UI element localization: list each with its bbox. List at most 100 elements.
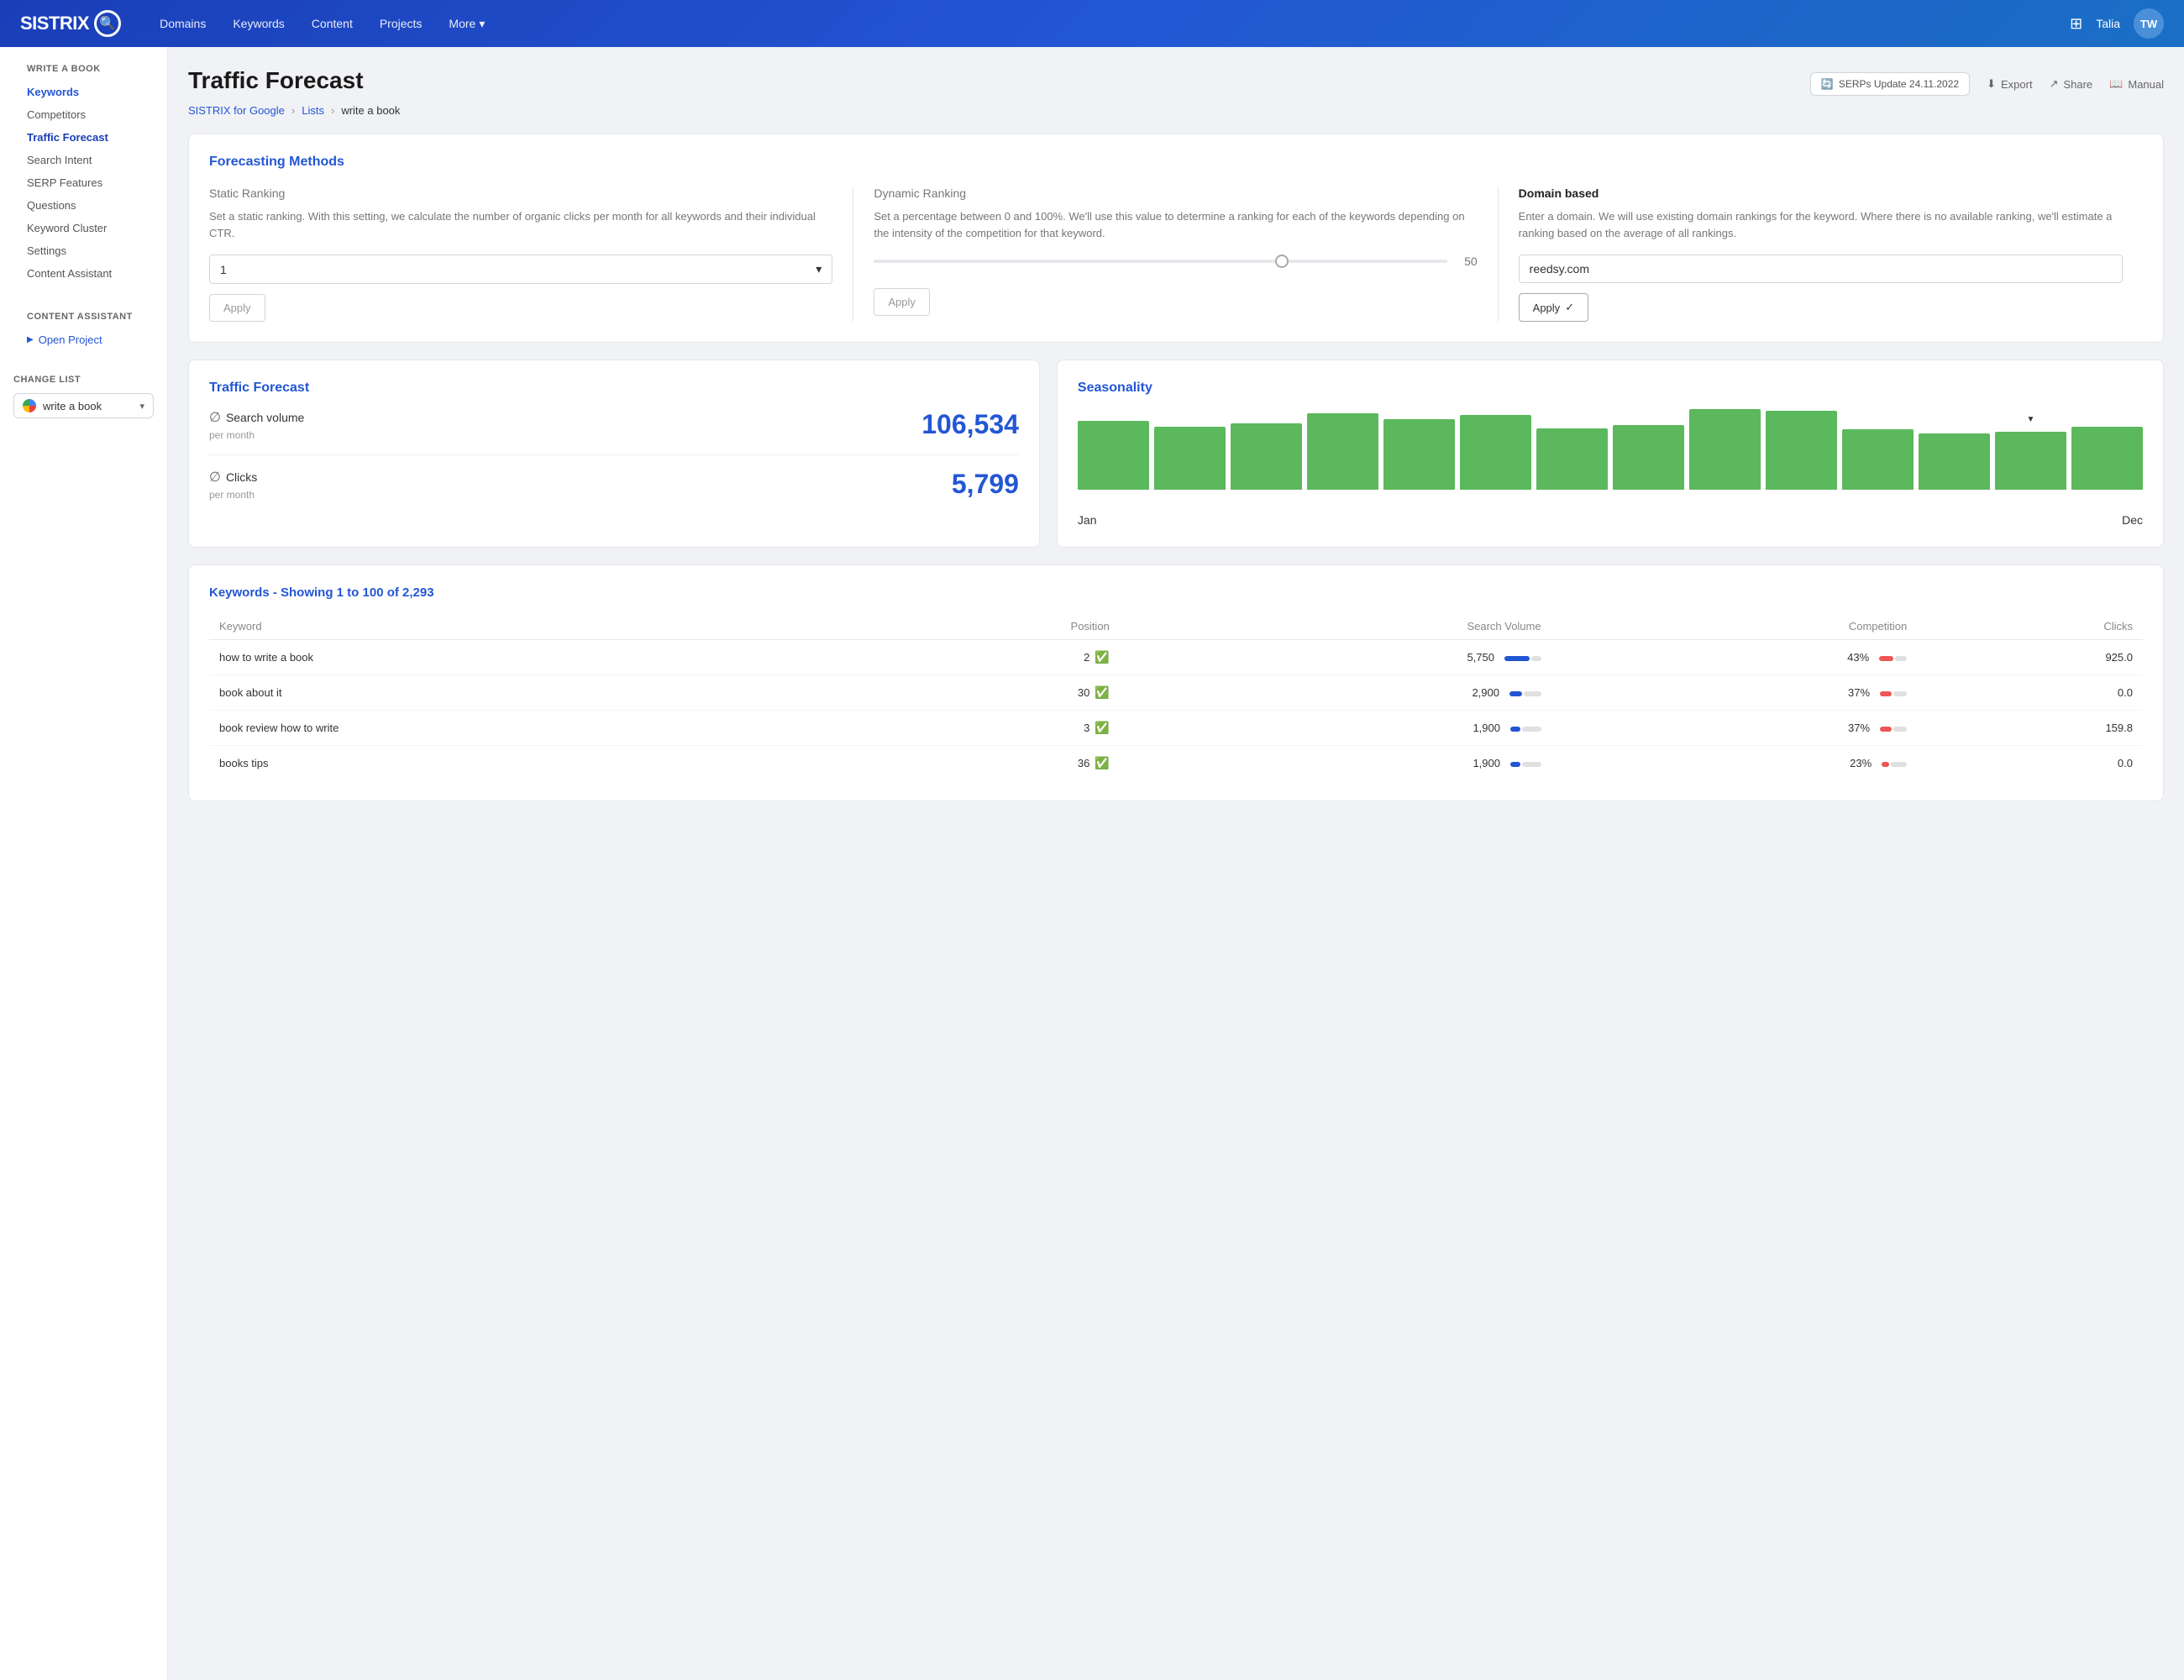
bar-3[interactable] xyxy=(1307,413,1378,490)
change-list-dropdown[interactable]: write a book ▾ xyxy=(13,393,154,418)
bar-10[interactable] xyxy=(1842,429,1914,490)
sidebar-item-settings[interactable]: Settings xyxy=(13,239,154,262)
domain-based-desc: Enter a domain. We will use existing dom… xyxy=(1519,208,2123,241)
sv-bar-empty xyxy=(1522,727,1541,732)
comp-bar-fill xyxy=(1880,727,1893,732)
sidebar-item-keyword-cluster[interactable]: Keyword Cluster xyxy=(13,217,154,239)
breadcrumb-sistrix[interactable]: SISTRIX for Google xyxy=(188,104,285,117)
table-header-row: Keyword Position Search Volume Competiti… xyxy=(209,613,2143,640)
open-project-link[interactable]: Open Project xyxy=(13,328,154,351)
forecasting-section-title: Forecasting Methods xyxy=(209,155,2143,170)
manual-button[interactable]: 📖 Manual xyxy=(2109,77,2164,91)
forecast-section: Traffic Forecast ∅ Search volume per mon… xyxy=(188,360,2164,548)
share-button[interactable]: ↗ Share xyxy=(2050,77,2093,91)
chevron-down-icon: ▾ xyxy=(479,17,485,31)
nav-keywords[interactable]: Keywords xyxy=(221,10,296,38)
clicks-row: ∅ Clicks per month 5,799 xyxy=(209,455,1019,514)
main-header: SISTRIX 🔍 Domains Keywords Content Proje… xyxy=(0,0,2184,47)
nav-domains[interactable]: Domains xyxy=(148,10,218,38)
static-ranking-select[interactable]: 1 ▾ xyxy=(209,255,832,284)
page-title: Traffic Forecast xyxy=(188,67,364,94)
share-icon: ↗ xyxy=(2050,77,2059,91)
page-header: Traffic Forecast 🔄 SERPs Update 24.11.20… xyxy=(188,67,2164,101)
bar-12[interactable] xyxy=(1995,432,2066,490)
bar-2[interactable] xyxy=(1231,423,1302,490)
bar-1[interactable] xyxy=(1154,427,1226,490)
bar-6[interactable] xyxy=(1536,428,1608,490)
sidebar-item-competitors[interactable]: Competitors xyxy=(13,103,154,126)
cell-comp-1: 37% xyxy=(1551,675,1918,711)
col-competition: Competition xyxy=(1551,613,1918,640)
grid-icon[interactable]: ⊞ xyxy=(2070,15,2082,33)
cell-position-1: 30 ✅ xyxy=(849,675,1120,711)
bar-4[interactable] xyxy=(1383,419,1455,490)
cell-keyword-1: book about it xyxy=(209,675,849,711)
google-icon xyxy=(23,399,36,412)
search-icon: 🔍 xyxy=(94,10,121,37)
bar-7[interactable] xyxy=(1613,425,1684,490)
serps-update-badge[interactable]: 🔄 SERPs Update 24.11.2022 xyxy=(1810,72,1970,96)
sidebar-item-content-assistant[interactable]: Content Assistant xyxy=(13,262,154,285)
search-volume-row: ∅ Search volume per month 106,534 xyxy=(209,396,1019,455)
slider-value: 50 xyxy=(1457,255,1478,268)
sv-bar-fill xyxy=(1510,762,1521,767)
domain-apply-button[interactable]: Apply ✓ xyxy=(1519,293,1588,322)
nav-projects[interactable]: Projects xyxy=(368,10,434,38)
comp-bar-empty xyxy=(1895,656,1907,661)
bar-8[interactable] xyxy=(1689,409,1761,490)
cell-position-0: 2 ✅ xyxy=(849,640,1120,675)
keywords-card: Keywords - Showing 1 to 100 of 2,293 Key… xyxy=(188,564,2164,801)
sidebar-item-traffic-forecast[interactable]: Traffic Forecast xyxy=(13,126,154,149)
col-position: Position xyxy=(849,613,1120,640)
domain-input[interactable] xyxy=(1519,255,2123,283)
nav-more[interactable]: More ▾ xyxy=(437,10,496,38)
cell-clicks-3: 0.0 xyxy=(1917,746,2143,781)
col-keyword: Keyword xyxy=(209,613,849,640)
bar-chart xyxy=(1078,409,2143,510)
bar-9[interactable] xyxy=(1766,411,1837,490)
slider-thumb[interactable] xyxy=(1275,255,1289,268)
dynamic-ranking-title: Dynamic Ranking xyxy=(874,186,1477,200)
domain-based-method: Domain based Enter a domain. We will use… xyxy=(1499,186,2143,322)
bar-5[interactable] xyxy=(1460,415,1531,490)
nav-content[interactable]: Content xyxy=(300,10,365,38)
chart-labels: Jan Dec xyxy=(1078,513,2143,527)
cell-clicks-1: 0.0 xyxy=(1917,675,2143,711)
slider-row: 50 xyxy=(874,255,1477,268)
main-layout: WRITE A BOOK Keywords Competitors Traffi… xyxy=(0,47,2184,1680)
sidebar-item-serp-features[interactable]: SERP Features xyxy=(13,171,154,194)
static-ranking-desc: Set a static ranking. With this setting,… xyxy=(209,208,832,241)
export-button[interactable]: ⬇ Export xyxy=(1987,77,2032,91)
page-actions: 🔄 SERPs Update 24.11.2022 ⬇ Export ↗ Sha… xyxy=(1810,72,2164,96)
sidebar-item-questions[interactable]: Questions xyxy=(13,194,154,217)
breadcrumb-lists[interactable]: Lists xyxy=(302,104,324,117)
change-list-label: CHANGE LIST xyxy=(13,375,154,385)
traffic-forecast-card: Traffic Forecast ∅ Search volume per mon… xyxy=(188,360,1040,548)
serps-update-text: SERPs Update 24.11.2022 xyxy=(1839,78,1959,90)
cell-sv-3: 1,900 xyxy=(1120,746,1551,781)
col-clicks: Clicks xyxy=(1917,613,2143,640)
search-volume-value: 106,534 xyxy=(921,409,1019,440)
static-apply-button[interactable]: Apply xyxy=(209,294,265,322)
search-volume-label: ∅ Search volume xyxy=(209,409,304,426)
search-volume-sub: per month xyxy=(209,429,304,441)
sidebar-item-search-intent[interactable]: Search Intent xyxy=(13,149,154,171)
logo[interactable]: SISTRIX 🔍 xyxy=(20,10,121,37)
bar-11[interactable] xyxy=(1919,433,1990,490)
change-list-section: CHANGE LIST write a book ▾ xyxy=(0,361,167,432)
dynamic-apply-button[interactable]: Apply xyxy=(874,288,930,316)
avatar[interactable]: TW xyxy=(2134,8,2164,39)
bar-13[interactable] xyxy=(2071,427,2143,490)
dynamic-slider[interactable] xyxy=(874,260,1446,263)
table-row: books tips 36 ✅ 1,900 23% 0.0 xyxy=(209,746,2143,781)
static-ranking-title: Static Ranking xyxy=(209,186,832,200)
sidebar-item-keywords[interactable]: Keywords xyxy=(13,81,154,103)
cell-keyword-3: books tips xyxy=(209,746,849,781)
cell-sv-0: 5,750 xyxy=(1120,640,1551,675)
avg-symbol-clicks: ∅ xyxy=(209,469,221,486)
comp-bar-empty xyxy=(1893,691,1907,696)
cell-keyword-2: book review how to write xyxy=(209,711,849,746)
bar-0[interactable] xyxy=(1078,421,1149,490)
seasonality-card: Seasonality Jan Dec xyxy=(1057,360,2164,548)
sidebar-section-title: WRITE A BOOK xyxy=(13,64,154,81)
